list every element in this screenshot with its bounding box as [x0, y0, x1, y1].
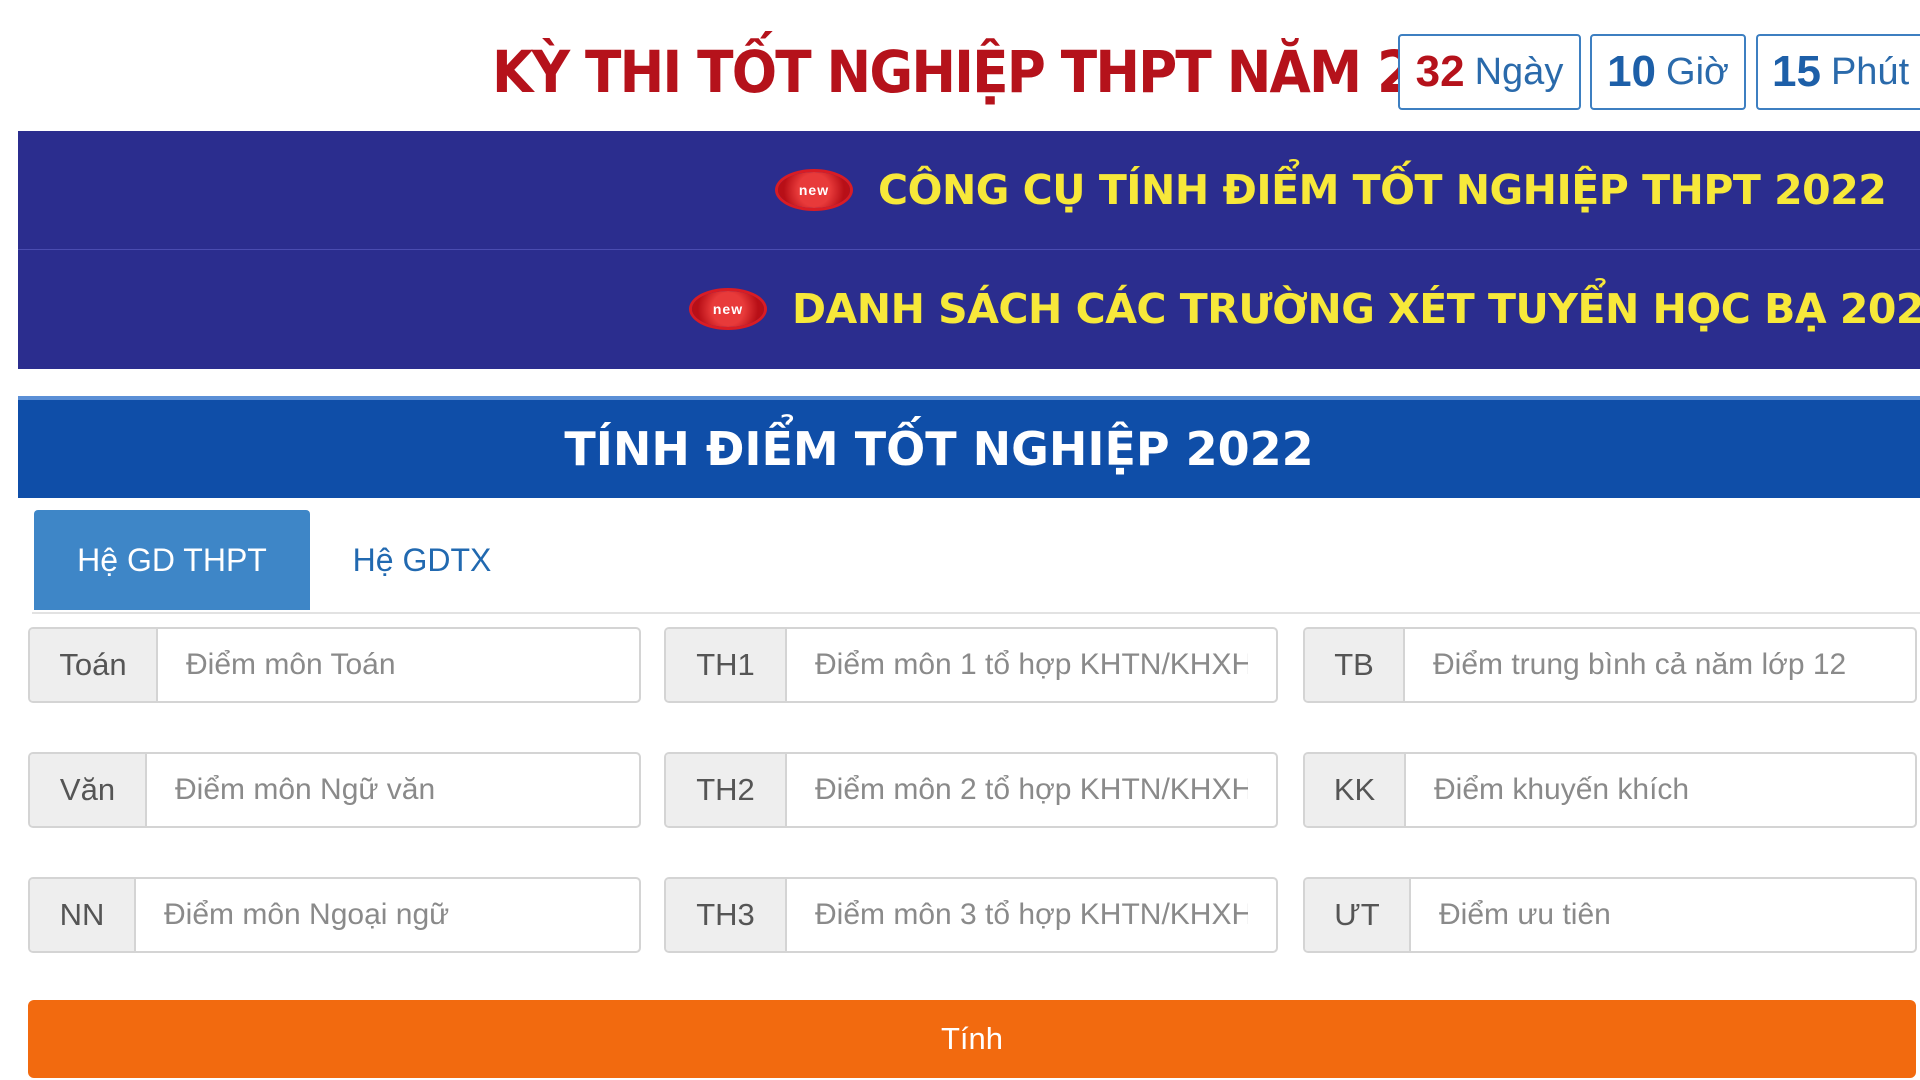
field-label: Toán	[30, 629, 158, 701]
field-label: NN	[30, 879, 136, 951]
news-banner: new CÔNG CỤ TÍNH ĐIỂM TỐT NGHIỆP THPT 20…	[18, 131, 1920, 369]
th3-input[interactable]	[787, 879, 1276, 951]
countdown-hours-value: 10	[1607, 47, 1657, 96]
new-badge-icon: new	[692, 291, 764, 327]
field-label: TH1	[666, 629, 787, 701]
banner-link-text: DANH SÁCH CÁC TRƯỜNG XÉT TUYỂN HỌC BẠ 20…	[792, 285, 1920, 333]
field-toan: Toán	[28, 627, 641, 703]
tb-input[interactable]	[1405, 629, 1915, 701]
countdown-hours: 10 Giờ	[1590, 34, 1746, 110]
system-tabs: Hệ GD THPT Hệ GDTX	[32, 510, 1920, 614]
nn-input[interactable]	[136, 879, 639, 951]
calculator-header: TÍNH ĐIỂM TỐT NGHIỆP 2022	[18, 396, 1920, 498]
field-label: Văn	[30, 754, 147, 826]
toan-input[interactable]	[158, 629, 639, 701]
th1-input[interactable]	[787, 629, 1276, 701]
tab-gdtx[interactable]: Hệ GDTX	[332, 510, 512, 610]
countdown-days-unit: Ngày	[1474, 50, 1564, 93]
field-th2: TH2	[664, 752, 1278, 828]
calculator-title: TÍNH ĐIỂM TỐT NGHIỆP 2022	[564, 422, 1314, 476]
tab-gd-thpt[interactable]: Hệ GD THPT	[34, 510, 310, 610]
countdown-hours-unit: Giờ	[1666, 50, 1729, 93]
kk-input[interactable]	[1406, 754, 1915, 826]
banner-link-school-list[interactable]: new DANH SÁCH CÁC TRƯỜNG XÉT TUYỂN HỌC B…	[692, 285, 1920, 333]
banner-row: new CÔNG CỤ TÍNH ĐIỂM TỐT NGHIỆP THPT 20…	[18, 131, 1920, 250]
field-label: ƯT	[1305, 879, 1411, 951]
th2-input[interactable]	[787, 754, 1276, 826]
field-nn: NN	[28, 877, 641, 953]
calculate-button[interactable]: Tính	[28, 1000, 1916, 1078]
page: KỲ THI TỐT NGHIỆP THPT NĂM 2022 32 Ngày …	[0, 0, 1920, 1080]
exam-title: KỲ THI TỐT NGHIỆP THPT NĂM 2022	[492, 38, 1520, 106]
field-label: TH3	[666, 879, 787, 951]
countdown-minutes-unit: Phút	[1830, 50, 1910, 93]
ut-input[interactable]	[1411, 879, 1915, 951]
banner-link-score-tool[interactable]: new CÔNG CỤ TÍNH ĐIỂM TỐT NGHIỆP THPT 20…	[778, 166, 1887, 214]
field-ut: ƯT	[1303, 877, 1917, 953]
countdown-minutes-value: 15	[1772, 47, 1821, 96]
countdown-days: 32 Ngày	[1398, 34, 1581, 110]
field-label: KK	[1305, 754, 1406, 826]
banner-link-text: CÔNG CỤ TÍNH ĐIỂM TỐT NGHIỆP THPT 2022	[878, 166, 1887, 214]
banner-row: new DANH SÁCH CÁC TRƯỜNG XÉT TUYỂN HỌC B…	[18, 250, 1920, 368]
countdown-minutes: 15 Phút	[1756, 34, 1920, 110]
header: KỲ THI TỐT NGHIỆP THPT NĂM 2022 32 Ngày …	[0, 0, 1920, 130]
field-label: TH2	[666, 754, 787, 826]
van-input[interactable]	[147, 754, 639, 826]
countdown-days-value: 32	[1415, 47, 1465, 96]
new-badge-icon: new	[778, 172, 850, 208]
field-tb: TB	[1303, 627, 1917, 703]
field-th3: TH3	[664, 877, 1278, 953]
field-van: Văn	[28, 752, 641, 828]
field-label: TB	[1305, 629, 1405, 701]
field-kk: KK	[1303, 752, 1917, 828]
field-th1: TH1	[664, 627, 1278, 703]
